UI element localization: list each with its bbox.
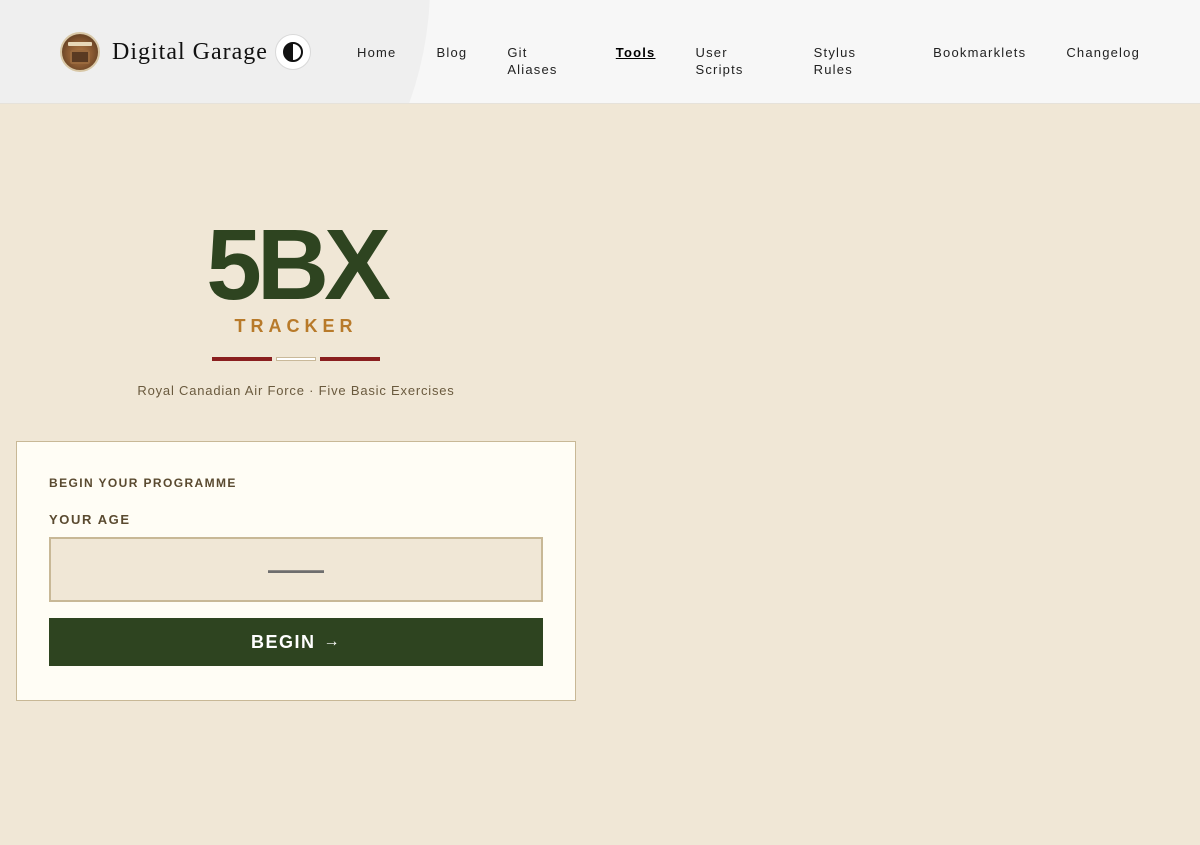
- divider-red-left: [212, 357, 272, 361]
- divider-white-center: [276, 357, 316, 361]
- brand: Digital Garage: [60, 32, 311, 72]
- brand-name[interactable]: Digital Garage: [112, 39, 268, 66]
- main-nav: Home Blog Git Aliases Tools User Scripts…: [337, 44, 1160, 78]
- half-circle-contrast-icon: [282, 42, 303, 62]
- arrow-right-icon: →: [323, 633, 341, 650]
- nav-blog[interactable]: Blog: [416, 44, 487, 78]
- theme-toggle-button[interactable]: [274, 34, 311, 70]
- hero: 5BX TRACKER Royal Canadian Air Force · F…: [16, 210, 576, 398]
- flag-divider: [16, 357, 576, 361]
- nav-home[interactable]: Home: [337, 44, 416, 78]
- card-heading: BEGIN YOUR PROGRAMME: [49, 476, 237, 490]
- hero-tagline: Royal Canadian Air Force · Five Basic Ex…: [137, 383, 455, 398]
- begin-button-label: BEGIN: [250, 631, 316, 652]
- nav-user-scripts[interactable]: User Scripts: [675, 44, 793, 78]
- hero-subtitle: TRACKER: [234, 316, 358, 336]
- programme-card: BEGIN YOUR PROGRAMME YOUR AGE BEGIN →: [16, 441, 576, 701]
- age-input[interactable]: [49, 537, 543, 602]
- nav-changelog[interactable]: Changelog: [1046, 44, 1160, 78]
- site-header: Digital Garage Home Blog Git Aliases Too…: [0, 0, 1200, 104]
- begin-button[interactable]: BEGIN →: [49, 618, 543, 666]
- garage-logo-icon[interactable]: [60, 32, 100, 72]
- age-label: YOUR AGE: [49, 512, 131, 527]
- nav-stylus-rules[interactable]: Stylus Rules: [794, 44, 914, 78]
- nav-bookmarklets[interactable]: Bookmarklets: [913, 44, 1046, 78]
- divider-red-right: [320, 357, 380, 361]
- nav-tools[interactable]: Tools: [596, 44, 676, 78]
- nav-git-aliases[interactable]: Git Aliases: [487, 44, 595, 78]
- hero-title: 5BX: [206, 209, 391, 321]
